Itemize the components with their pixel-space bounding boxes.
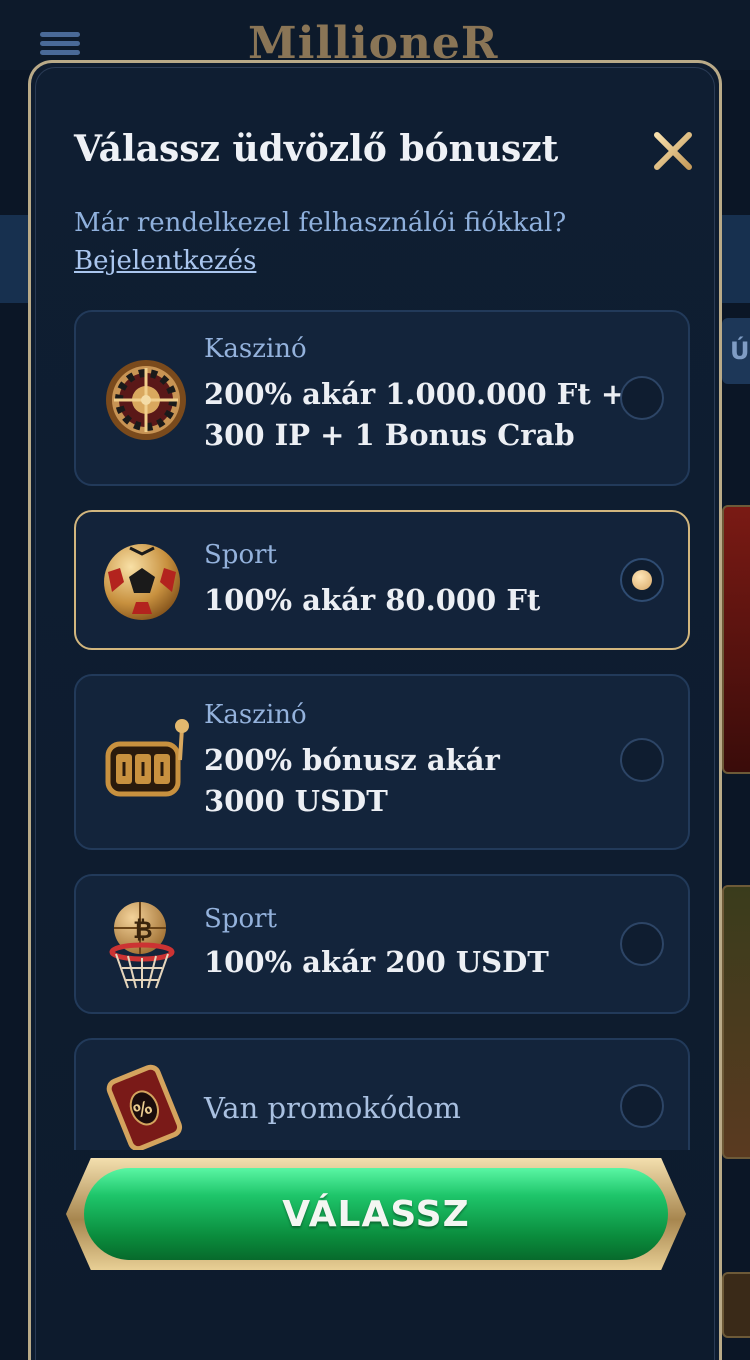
promo-ticket-icon: % [104, 1064, 184, 1150]
bonus-option-promo-code[interactable]: % Van promokódom [74, 1038, 690, 1150]
option-description-line1: 100% akár 200 USDT [204, 945, 549, 979]
option-category: Sport [204, 904, 277, 934]
radio-dot [632, 570, 652, 590]
bonus-option-casino-ft[interactable]: Kaszinó 200% akár 1.000.000 Ft + 300 IP … [74, 310, 690, 486]
option-description-line1: 200% akár 1.000.000 Ft + [204, 377, 626, 411]
choose-bonus-button[interactable]: VÁLASSZ [84, 1168, 668, 1260]
menu-icon[interactable] [40, 32, 80, 56]
bonus-option-sport-ft[interactable]: Sport 100% akár 80.000 Ft [74, 510, 690, 650]
option-category: Sport [204, 540, 277, 570]
option-description-line2: 3000 USDT [204, 784, 388, 818]
bonus-options-list: Kaszinó 200% akár 1.000.000 Ft + 300 IP … [36, 68, 722, 1150]
background-game-card [722, 1272, 750, 1338]
option-radio[interactable] [620, 922, 664, 966]
option-description-line1: 200% bónusz akár [204, 743, 500, 777]
option-description-line1: Van promokódom [204, 1091, 461, 1125]
option-radio[interactable] [620, 376, 664, 420]
option-radio[interactable] [620, 1084, 664, 1128]
option-radio[interactable] [620, 738, 664, 782]
option-radio-selected[interactable] [620, 558, 664, 602]
option-description-line2: 300 IP + 1 Bonus Crab [204, 418, 575, 452]
option-description-line1: 100% akár 80.000 Ft [204, 583, 541, 617]
background-tab: Ú [722, 318, 750, 384]
background-game-card [722, 885, 750, 1159]
roulette-icon [102, 354, 190, 446]
svg-text:₿: ₿ [133, 916, 153, 944]
basketball-hoop-icon: ₿ [102, 900, 182, 996]
bonus-option-casino-usdt[interactable]: Kaszinó 200% bónusz akár 3000 USDT [74, 674, 690, 850]
bonus-option-sport-usdt[interactable]: ₿ Sport 100% akár 200 USDT [74, 874, 690, 1014]
slot-machine-icon [102, 716, 190, 806]
option-category: Kaszinó [204, 700, 307, 730]
soccer-ball-icon [102, 542, 182, 626]
background-game-card [722, 505, 750, 774]
submit-button-frame: VÁLASSZ [66, 1158, 686, 1270]
option-category: Kaszinó [204, 334, 307, 364]
